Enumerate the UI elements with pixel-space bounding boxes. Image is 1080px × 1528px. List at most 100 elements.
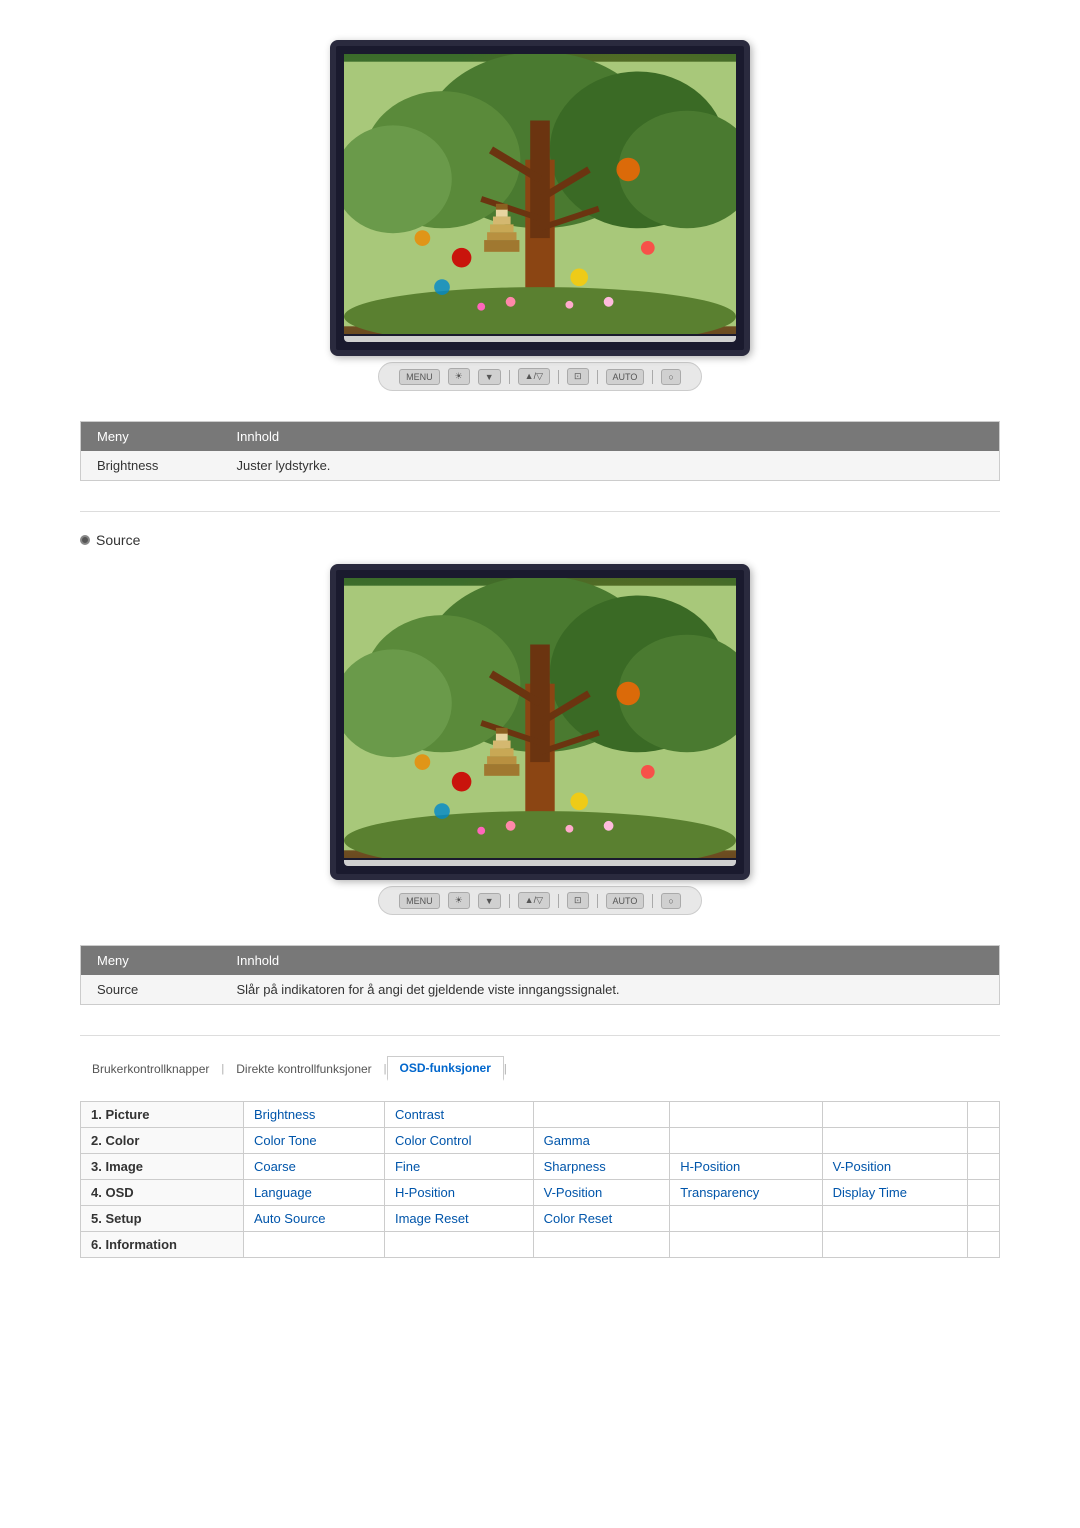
osd-cell-empty-2: [670, 1102, 822, 1128]
separator-4: [652, 370, 653, 384]
monitor-screen-1: [344, 54, 736, 334]
osd-cell-empty-1: [533, 1102, 670, 1128]
osd-header-information: 6. Information: [81, 1232, 244, 1258]
brightness-button-2[interactable]: ☀: [448, 892, 470, 909]
osd-header-image: 3. Image: [81, 1154, 244, 1180]
nav-tabs: Brukerkontrollknapper | Direkte kontroll…: [80, 1056, 1000, 1081]
auto-button-2[interactable]: AUTO: [606, 893, 645, 909]
osd-row-image: 3. Image Coarse Fine Sharpness H-Positio…: [81, 1154, 1000, 1180]
table1-row1-menu: Brightness: [81, 451, 221, 481]
osd-cell-empty-16: [670, 1232, 822, 1258]
osd-cell-empty-12: [967, 1206, 999, 1232]
osd-cell-empty-11: [822, 1206, 967, 1232]
screen-scene-1: [344, 54, 736, 334]
power-button-2[interactable]: ○: [661, 893, 680, 909]
monitor-display-1: MENU ☀ ▼ ▲/▽ ⊡ AUTO ○: [80, 40, 1000, 391]
osd-row-picture: 1. Picture Brightness Contrast: [81, 1102, 1000, 1128]
separator-2: [558, 370, 559, 384]
divider-2: [80, 1035, 1000, 1036]
source-label-text: Source: [96, 532, 140, 548]
osd-cell-empty-18: [967, 1232, 999, 1258]
osd-cell-h-position[interactable]: H-Position: [670, 1154, 822, 1180]
monitor-display-2: MENU ☀ ▼ ▲/▽ ⊡ AUTO ○: [80, 564, 1000, 915]
input-button-2[interactable]: ⊡: [567, 892, 589, 909]
brightness-button[interactable]: ☀: [448, 368, 470, 385]
osd-cell-image-reset[interactable]: Image Reset: [384, 1206, 533, 1232]
power-button[interactable]: ○: [661, 369, 680, 385]
separator-6: [558, 894, 559, 908]
input-button[interactable]: ⊡: [567, 368, 589, 385]
osd-cell-display-time[interactable]: Display Time: [822, 1180, 967, 1206]
monitor-frame-2: [330, 564, 750, 880]
osd-cell-contrast[interactable]: Contrast: [384, 1102, 533, 1128]
osd-header-osd: 4. OSD: [81, 1180, 244, 1206]
monitor-frame-1: [330, 40, 750, 356]
osd-cell-empty-9: [967, 1180, 999, 1206]
menu-button[interactable]: MENU: [399, 369, 440, 385]
osd-cell-empty-6: [822, 1128, 967, 1154]
table1-header-menu: Meny: [81, 422, 221, 452]
osd-cell-empty-10: [670, 1206, 822, 1232]
osd-cell-empty-8: [967, 1154, 999, 1180]
tab-direkte[interactable]: Direkte kontrollfunksjoner: [224, 1058, 383, 1080]
table2-row1-menu: Source: [81, 975, 221, 1005]
screen-image-2: [344, 578, 736, 858]
osd-cell-sharpness[interactable]: Sharpness: [533, 1154, 670, 1180]
tab-osd[interactable]: OSD-funksjoner: [387, 1056, 504, 1081]
osd-header-color: 2. Color: [81, 1128, 244, 1154]
osd-cell-color-tone[interactable]: Color Tone: [243, 1128, 384, 1154]
tab-brukerkontrollknapper[interactable]: Brukerkontrollknapper: [80, 1058, 221, 1080]
source-dot-icon: [80, 535, 90, 545]
osd-row-setup: 5. Setup Auto Source Image Reset Color R…: [81, 1206, 1000, 1232]
osd-cell-language[interactable]: Language: [243, 1180, 384, 1206]
table1-header-content: Innhold: [221, 422, 1000, 452]
osd-cell-transparency[interactable]: Transparency: [670, 1180, 822, 1206]
osd-cell-gamma[interactable]: Gamma: [533, 1128, 670, 1154]
updown-button-2[interactable]: ▼: [478, 893, 501, 909]
osd-row-color: 2. Color Color Tone Color Control Gamma: [81, 1128, 1000, 1154]
osd-row-osd: 4. OSD Language H-Position V-Position Tr…: [81, 1180, 1000, 1206]
osd-cell-empty-13: [243, 1232, 384, 1258]
osd-cell-color-control[interactable]: Color Control: [384, 1128, 533, 1154]
screen-image-1: [344, 54, 736, 334]
updown-button[interactable]: ▼: [478, 369, 501, 385]
osd-cell-osd-v-position[interactable]: V-Position: [533, 1180, 670, 1206]
table2-header-content: Innhold: [221, 946, 1000, 976]
osd-cell-empty-15: [533, 1232, 670, 1258]
osd-functions-table: 1. Picture Brightness Contrast 2. Color …: [80, 1101, 1000, 1258]
atg-button-2[interactable]: ▲/▽: [518, 892, 550, 909]
osd-cell-fine[interactable]: Fine: [384, 1154, 533, 1180]
osd-cell-v-position[interactable]: V-Position: [822, 1154, 967, 1180]
monitor-controls-1: MENU ☀ ▼ ▲/▽ ⊡ AUTO ○: [378, 362, 702, 391]
separator-5: [509, 894, 510, 908]
osd-header-picture: 1. Picture: [81, 1102, 244, 1128]
osd-cell-coarse[interactable]: Coarse: [243, 1154, 384, 1180]
table2-header-menu: Meny: [81, 946, 221, 976]
monitor-bottom-bar-2: [344, 860, 736, 866]
monitor-screen-2: [344, 578, 736, 858]
separator-8: [652, 894, 653, 908]
osd-cell-auto-source[interactable]: Auto Source: [243, 1206, 384, 1232]
auto-button[interactable]: AUTO: [606, 369, 645, 385]
menu-button-2[interactable]: MENU: [399, 893, 440, 909]
osd-row-information: 6. Information: [81, 1232, 1000, 1258]
source-heading: Source: [80, 532, 1000, 548]
osd-cell-empty-4: [967, 1102, 999, 1128]
osd-cell-empty-7: [967, 1128, 999, 1154]
osd-cell-brightness[interactable]: Brightness: [243, 1102, 384, 1128]
osd-header-setup: 5. Setup: [81, 1206, 244, 1232]
table2-row1-content: Slår på indikatoren for å angi det gjeld…: [221, 975, 1000, 1005]
brightness-table: Meny Innhold Brightness Juster lydstyrke…: [80, 421, 1000, 481]
source-table: Meny Innhold Source Slår på indikatoren …: [80, 945, 1000, 1005]
separator-7: [597, 894, 598, 908]
monitor-bottom-bar-1: [344, 336, 736, 342]
osd-cell-empty-3: [822, 1102, 967, 1128]
osd-cell-empty-5: [670, 1128, 822, 1154]
osd-cell-osd-h-position[interactable]: H-Position: [384, 1180, 533, 1206]
table1-row1-content: Juster lydstyrke.: [221, 451, 1000, 481]
monitor-controls-2: MENU ☀ ▼ ▲/▽ ⊡ AUTO ○: [378, 886, 702, 915]
atg-button[interactable]: ▲/▽: [518, 368, 550, 385]
osd-cell-color-reset[interactable]: Color Reset: [533, 1206, 670, 1232]
divider-1: [80, 511, 1000, 512]
separator-3: [597, 370, 598, 384]
